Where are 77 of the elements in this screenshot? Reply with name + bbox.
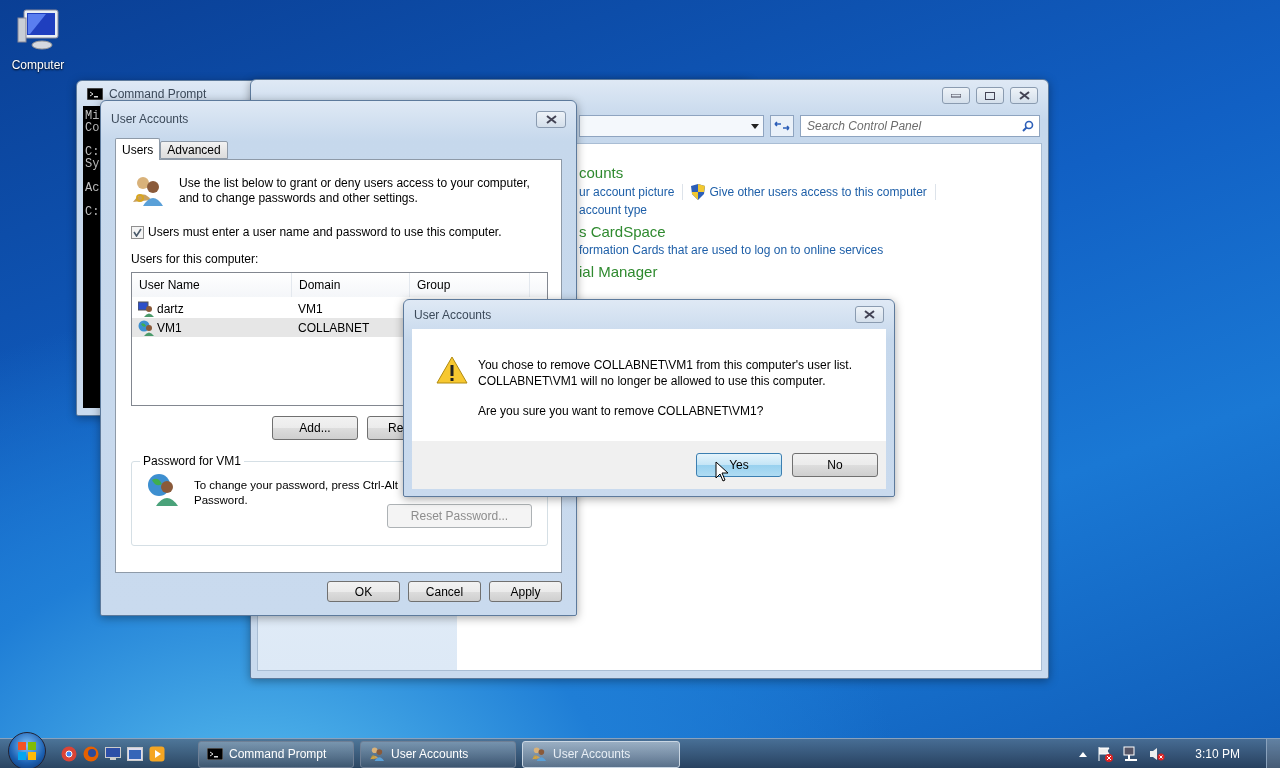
domain-name: VM1 [298, 301, 323, 316]
dialog-button[interactable]: OK [327, 581, 400, 602]
console-text: Mi [85, 110, 100, 122]
category-heading[interactable]: s CardSpace [579, 223, 1041, 240]
group-title: Password for VM1 [142, 454, 243, 468]
list-button[interactable]: Add... [272, 416, 358, 440]
minimize-button[interactable] [942, 87, 970, 104]
task-link[interactable]: account type [579, 203, 648, 217]
category-heading[interactable]: ial Manager [579, 263, 1041, 280]
users-icon [531, 746, 547, 762]
search-icon [1022, 120, 1034, 132]
warning-icon [436, 356, 468, 384]
tab[interactable]: Advanced [160, 141, 228, 159]
windows-logo-icon [18, 742, 36, 760]
close-icon [1018, 91, 1030, 100]
console-text: Ac [85, 182, 100, 194]
user-computer-icon [138, 300, 154, 317]
clock[interactable]: 3:10 PM [1195, 747, 1240, 761]
dialog-button[interactable]: Cancel [408, 581, 481, 602]
close-button[interactable] [855, 306, 884, 323]
list-label: Users for this computer: [131, 252, 260, 266]
taskbar-button[interactable]: Command Prompt [198, 740, 354, 768]
user-globe-icon [138, 319, 154, 336]
dialog-button[interactable]: Yes [696, 453, 782, 477]
console-text: C: [85, 206, 100, 218]
browser-icon [83, 746, 99, 762]
dialog-question: Are you sure you want to remove COLLABNET\VM1? [478, 403, 765, 419]
browser-icon [61, 746, 77, 762]
dialog-button[interactable]: No [792, 453, 878, 477]
play-icon [149, 746, 165, 762]
console-text: C: [85, 146, 100, 158]
console-text: Co [85, 122, 100, 134]
console-text: Sy [85, 158, 100, 170]
domain-name: COLLABNET [298, 320, 370, 335]
flag-icon[interactable] [1097, 746, 1114, 762]
close-icon [545, 114, 557, 124]
show-desktop-button[interactable] [1266, 739, 1280, 768]
speaker-muted-icon[interactable] [1149, 746, 1166, 762]
network-icon[interactable] [1123, 746, 1140, 762]
up-arrow-icon[interactable] [1079, 751, 1088, 757]
start-button[interactable] [8, 732, 46, 768]
maximize-icon [985, 91, 995, 100]
task-link[interactable]: formation Cards that are used to log on to online services [579, 243, 884, 257]
close-button[interactable] [536, 110, 566, 128]
user-name: dartz [157, 301, 184, 316]
taskbar-button[interactable]: User Accounts [360, 740, 516, 768]
task-link[interactable]: ur account picture [579, 185, 675, 199]
cursor-icon [715, 461, 729, 482]
checkbox[interactable] [131, 225, 144, 239]
refresh-icon [774, 120, 790, 132]
task-link[interactable]: Give other users access to this computer [691, 184, 927, 200]
search-field[interactable]: Search Control Panel [800, 115, 1040, 137]
command-prompt-icon [87, 87, 103, 100]
refresh-button[interactable] [770, 115, 794, 137]
intro-text: Use the list below to grant or deny users access to your computer, and to change passwords and other settings. [179, 176, 530, 206]
user-name: VM1 [157, 320, 182, 335]
close-icon [864, 310, 875, 319]
caret-icon [751, 123, 759, 129]
close-button[interactable] [1010, 87, 1038, 104]
tab[interactable]: Users [115, 138, 161, 160]
users-icon [369, 746, 385, 762]
shield-icon [691, 184, 706, 200]
dialog-button[interactable]: Apply [489, 581, 562, 602]
command-prompt-icon [207, 748, 223, 760]
users-icon [131, 174, 165, 208]
checkbox-label: Users must enter a user name and password to use this computer. [148, 225, 502, 239]
monitor-icon [105, 747, 121, 761]
dialog-message: You chose to remove COLLABNET\VM1 from this computer's user list. COLLABNET\VM1 will no longer be allowed to use this computer. [478, 357, 852, 389]
user-globe-icon [146, 472, 180, 506]
maximize-button[interactable] [976, 87, 1004, 104]
computer-icon[interactable] [16, 8, 60, 52]
desktop-icon-label[interactable]: Computer [11, 58, 65, 72]
minimize-icon [951, 93, 961, 98]
category-heading[interactable]: counts [579, 164, 1041, 181]
window-icon [127, 747, 143, 761]
window-title: User Accounts [111, 112, 189, 126]
window-title: Command Prompt [109, 86, 207, 101]
